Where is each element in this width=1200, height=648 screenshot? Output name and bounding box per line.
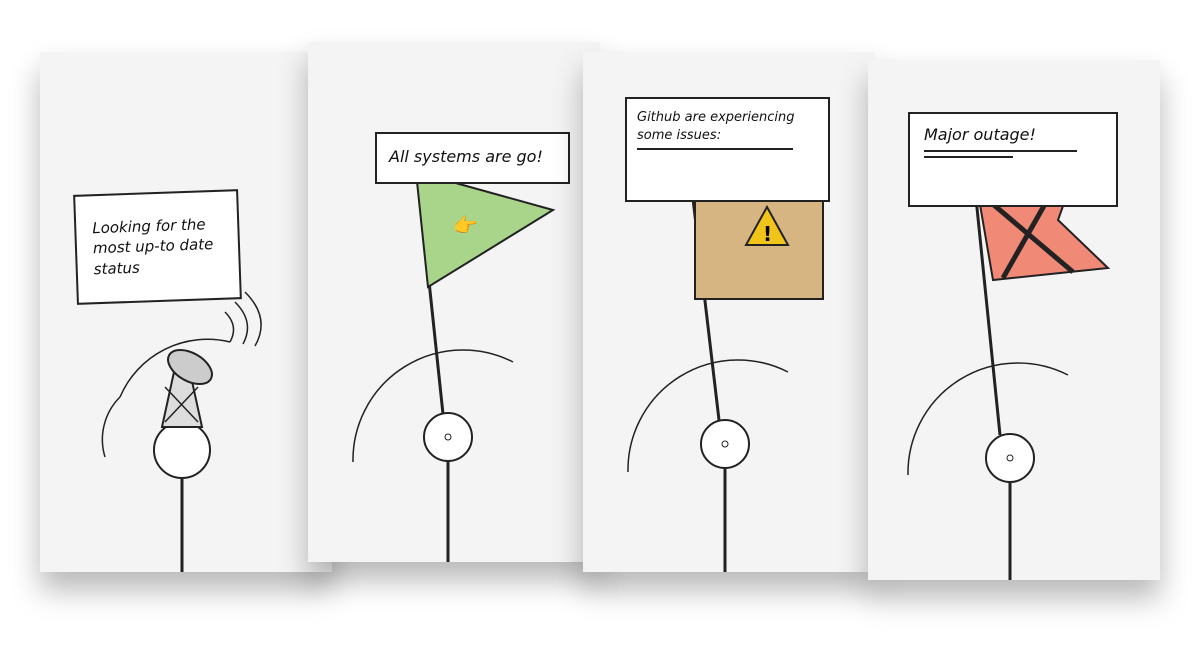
panel-outage: Major outage! — [868, 60, 1160, 580]
speech-bubble: Looking for the most up-to date status — [73, 189, 242, 305]
speech-bubble: Major outage! — [908, 112, 1118, 207]
svg-text:!: ! — [763, 222, 772, 246]
bubble-text: Looking for the most up-to date status — [91, 215, 214, 278]
placeholder-line — [637, 148, 793, 151]
placeholder-line — [924, 149, 1078, 152]
placeholder-line — [924, 155, 1013, 158]
panel-checking: Looking for the most up-to date status — [40, 52, 332, 572]
bubble-text: Major outage! — [924, 125, 1036, 144]
bubble-text: All systems are go! — [389, 147, 543, 166]
satellite-dish-icon — [101, 291, 262, 572]
flag-illustration: 👉 — [352, 170, 556, 562]
bubble-text: Github are experiencing some issues: — [637, 110, 795, 143]
panel-ok: 👉 All systems are go! — [308, 42, 600, 562]
thumbs-up-icon: 👉 — [453, 213, 478, 237]
panel-warning: ! Github are experiencing some issues: — [583, 52, 875, 572]
speech-bubble: All systems are go! — [375, 132, 570, 184]
green-flag — [414, 170, 556, 289]
speech-bubble: Github are experiencing some issues: — [625, 97, 830, 202]
